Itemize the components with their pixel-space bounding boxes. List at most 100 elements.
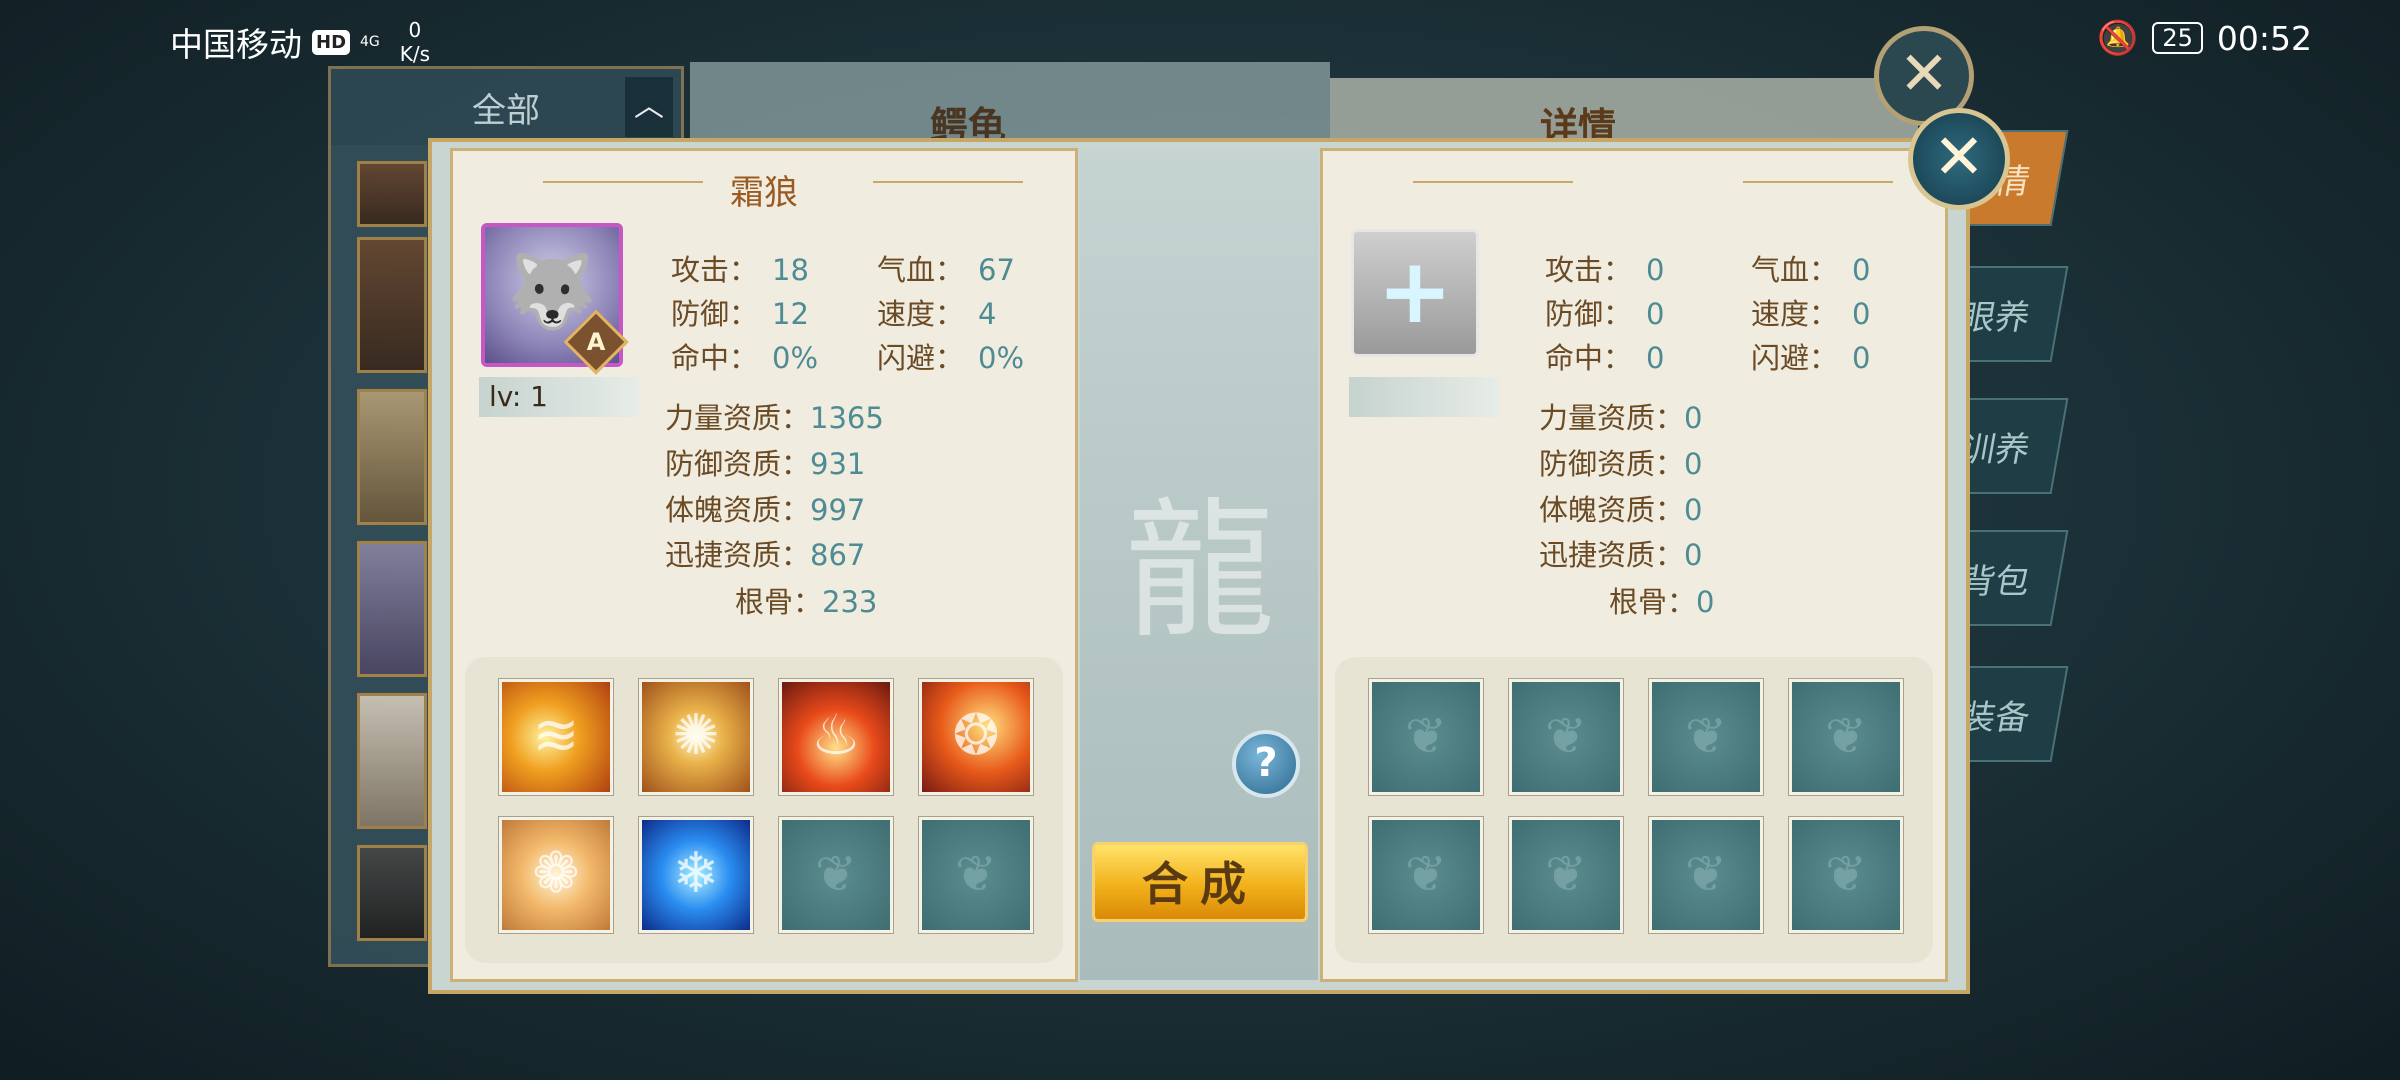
level-bar-empty — [1349, 377, 1499, 417]
stat-dodge: 闪避： 0% — [877, 335, 1024, 377]
aptitude-label: 防御资质： — [1539, 447, 1685, 481]
stat-hit: 命中： 0 — [1545, 335, 1664, 377]
right-pet-panel: + 攻击： 0 气血： 0 防御： 0 速度： 0 命中： 0 闪避： 0 力量资质：0 防… — [1320, 148, 1948, 982]
fire-icon[interactable]: ♨ — [779, 679, 893, 795]
aptitude-label: 力量资质： — [1539, 401, 1685, 435]
empty-skill-slot[interactable]: ❦ — [1369, 817, 1483, 933]
stat-label: 闪避： — [1751, 341, 1839, 375]
stat-hp: 气血： 0 — [1751, 247, 1870, 289]
stat-hit: 命中： 0% — [671, 335, 818, 377]
pet-list-item[interactable] — [357, 161, 427, 227]
aptitude-defense: 防御资质：931 — [665, 441, 865, 483]
stat-value: 0 — [1646, 297, 1665, 331]
add-pet-button[interactable]: + — [1351, 229, 1479, 357]
stat-value: 0 — [1852, 341, 1871, 375]
empty-skill-slot[interactable]: ❦ — [1649, 679, 1763, 795]
aptitude-value: 0 — [1696, 585, 1715, 619]
stat-label: 命中： — [1545, 341, 1633, 375]
left-pet-panel: 霜狼 🐺 A lv: 1 攻击： 18 气血： 67 防御： 12 速度： 4 命中： 0… — [450, 148, 1078, 982]
stat-value: 0 — [1852, 297, 1871, 331]
flame-tiger-icon[interactable]: ❂ — [919, 679, 1033, 795]
aptitude-agility: 迅捷资质：0 — [1539, 532, 1702, 574]
aptitude-root: 根骨：0 — [1609, 579, 1714, 621]
empty-skill-slot[interactable]: ❦ — [1789, 817, 1903, 933]
stat-value: 18 — [772, 253, 809, 287]
aptitude-value: 867 — [810, 538, 866, 572]
pet-list-item[interactable] — [357, 541, 427, 677]
stat-label: 速度： — [1751, 297, 1839, 331]
skill-grid: ≋ ✺ ♨ ❂ ❁ ❄ ❦ ❦ — [465, 657, 1063, 963]
empty-skill-slot[interactable]: ❦ — [1509, 817, 1623, 933]
stat-label: 攻击： — [1545, 253, 1633, 287]
empty-skill-slot[interactable]: ❦ — [779, 817, 893, 933]
empty-skill-slot[interactable]: ❦ — [1649, 817, 1763, 933]
empty-skill-slot[interactable]: ❦ — [1509, 679, 1623, 795]
aptitude-label: 迅捷资质： — [665, 538, 811, 572]
clock: 00:52 — [2216, 18, 2312, 58]
sun-wheel-icon[interactable]: ✺ — [639, 679, 753, 795]
aptitude-defense: 防御资质：0 — [1539, 441, 1702, 483]
pet-list-item[interactable] — [357, 389, 427, 525]
stat-label: 防御： — [671, 297, 759, 331]
stat-value: 67 — [978, 253, 1015, 287]
ice-beast-icon[interactable]: ❄ — [639, 817, 753, 933]
stat-speed: 速度： 0 — [1751, 291, 1870, 333]
net-speed: 0 K/s — [400, 18, 430, 66]
close-icon[interactable]: ✕ — [1908, 108, 2010, 210]
dragon-emblem-icon: 龍 — [1124, 485, 1275, 659]
title-divider — [1743, 181, 1893, 183]
aptitude-value: 233 — [822, 585, 878, 619]
aptitude-label: 根骨： — [735, 585, 823, 619]
chevron-up-icon[interactable]: ︿ — [625, 77, 673, 137]
aptitude-value: 0 — [1684, 447, 1703, 481]
pet-list-item[interactable] — [357, 693, 427, 829]
compose-button[interactable]: 合成 — [1092, 842, 1308, 922]
aptitude-strength: 力量资质：0 — [1539, 395, 1702, 437]
claw-strike-icon[interactable]: ≋ — [499, 679, 613, 795]
title-divider — [1413, 181, 1573, 183]
aptitude-value: 0 — [1684, 493, 1703, 527]
stat-value: 0% — [978, 341, 1025, 375]
empty-skill-slot[interactable]: ❦ — [919, 817, 1033, 933]
aptitude-physique: 体魄资质：0 — [1539, 487, 1702, 529]
net-speed-value: 0 — [408, 18, 422, 42]
stat-defense: 防御： 12 — [671, 291, 809, 333]
pet-name: 霜狼 — [730, 173, 798, 213]
stat-value: 0 — [1852, 253, 1871, 287]
aptitude-root: 根骨：233 — [735, 579, 877, 621]
stat-value: 4 — [978, 297, 997, 331]
stat-attack: 攻击： 18 — [671, 247, 809, 289]
aptitude-label: 体魄资质： — [665, 493, 811, 527]
empty-skill-slot[interactable]: ❦ — [1789, 679, 1903, 795]
stat-value: 0 — [1646, 341, 1665, 375]
stat-value: 0% — [772, 341, 819, 375]
status-right: 🔕 25 00:52 — [2097, 18, 2312, 58]
aptitude-strength: 力量资质：1365 — [665, 395, 884, 437]
plus-icon: + — [1377, 239, 1453, 344]
golden-lion-icon[interactable]: ❁ — [499, 817, 613, 933]
stat-dodge: 闪避： 0 — [1751, 335, 1870, 377]
help-button[interactable]: ? — [1232, 730, 1300, 798]
stat-speed: 速度： 4 — [877, 291, 996, 333]
pet-portrait[interactable]: 🐺 A — [481, 223, 629, 375]
grade-label: A — [586, 328, 606, 356]
stat-defense: 防御： 0 — [1545, 291, 1664, 333]
aptitude-label: 防御资质： — [665, 447, 811, 481]
battery-indicator: 25 — [2152, 22, 2203, 54]
pet-list-item[interactable] — [357, 237, 427, 373]
pet-list-filter-label: 全部 — [472, 90, 540, 131]
stat-label: 闪避： — [877, 341, 965, 375]
aptitude-agility: 迅捷资质：867 — [665, 532, 865, 574]
stat-label: 速度： — [877, 297, 965, 331]
carrier-label: 中国移动 — [170, 25, 302, 64]
signal-icon: 4G — [360, 34, 380, 50]
empty-skill-slot[interactable]: ❦ — [1369, 679, 1483, 795]
aptitude-label: 迅捷资质： — [1539, 538, 1685, 572]
skill-grid: ❦ ❦ ❦ ❦ ❦ ❦ ❦ ❦ — [1335, 657, 1933, 963]
stat-value: 0 — [1646, 253, 1665, 287]
pet-list-item[interactable] — [357, 845, 427, 941]
stat-attack: 攻击： 0 — [1545, 247, 1664, 289]
aptitude-value: 0 — [1684, 538, 1703, 572]
aptitude-label: 力量资质： — [665, 401, 811, 435]
mute-bell-icon: 🔕 — [2097, 18, 2139, 57]
